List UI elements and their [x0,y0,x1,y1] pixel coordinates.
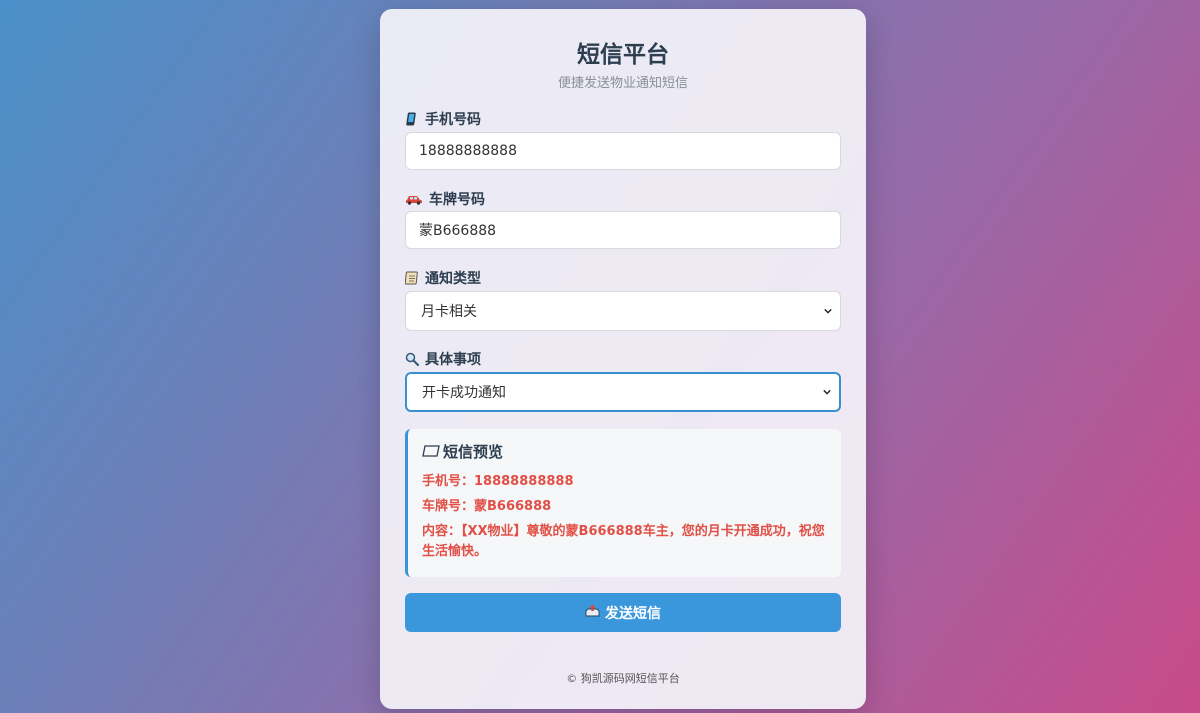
plate-label-text: 车牌号码 [429,192,485,208]
chevron-down-icon [824,303,832,319]
mobile-phone-icon [405,112,419,126]
page-subtitle: 便捷发送物业通知短信 [557,76,688,91]
notice-type-label: 通知类型 [405,268,481,288]
notice-type-select[interactable]: 月卡相关 [405,291,841,331]
item-label: 具体事项 [405,349,481,369]
preview-content: 内容：【XX物业】尊敬的蒙B666888车主，您的月卡开通成功，祝您生活愉快。 [422,524,825,559]
preview-plate: 车牌号：蒙B666888 [422,499,552,514]
plate-label: 车牌号码 [405,189,485,209]
plate-input-value: 蒙B666888 [419,223,497,239]
preview-title-text: 短信预览 [443,443,504,461]
item-select[interactable]: 开卡成功通知 [405,372,841,412]
phone-label-text: 手机号码 [425,112,481,128]
preview-title: 短信预览 [422,441,827,462]
phone-label: 手机号码 [405,109,481,129]
item-label-text: 具体事项 [425,352,481,368]
magnifier-icon [405,352,419,366]
item-selected: 开卡成功通知 [422,385,506,401]
send-sms-button[interactable]: 发送短信 [405,593,841,632]
page-title: 短信平台 [577,42,669,68]
outbox-icon [585,604,600,621]
preview-phone: 手机号：18888888888 [422,474,574,489]
phone-input[interactable]: 18888888888 [405,132,841,170]
message-icon [422,443,440,461]
footer-copyright: © 狗凯源码网短信平台 [566,672,680,685]
chevron-down-icon [823,384,831,400]
car-icon [405,192,423,206]
notepad-icon [405,271,419,285]
notice-type-selected: 月卡相关 [421,304,477,320]
send-sms-button-label: 发送短信 [605,605,661,622]
sms-form-card: 短信平台 便捷发送物业通知短信 手机号码 18888888888 车牌号码 蒙B… [380,9,866,709]
sms-preview-box: 短信预览 手机号：18888888888 车牌号：蒙B666888 内容：【XX… [405,429,841,577]
phone-input-value: 18888888888 [419,143,517,159]
notice-type-label-text: 通知类型 [425,271,481,287]
plate-input[interactable]: 蒙B666888 [405,211,841,249]
